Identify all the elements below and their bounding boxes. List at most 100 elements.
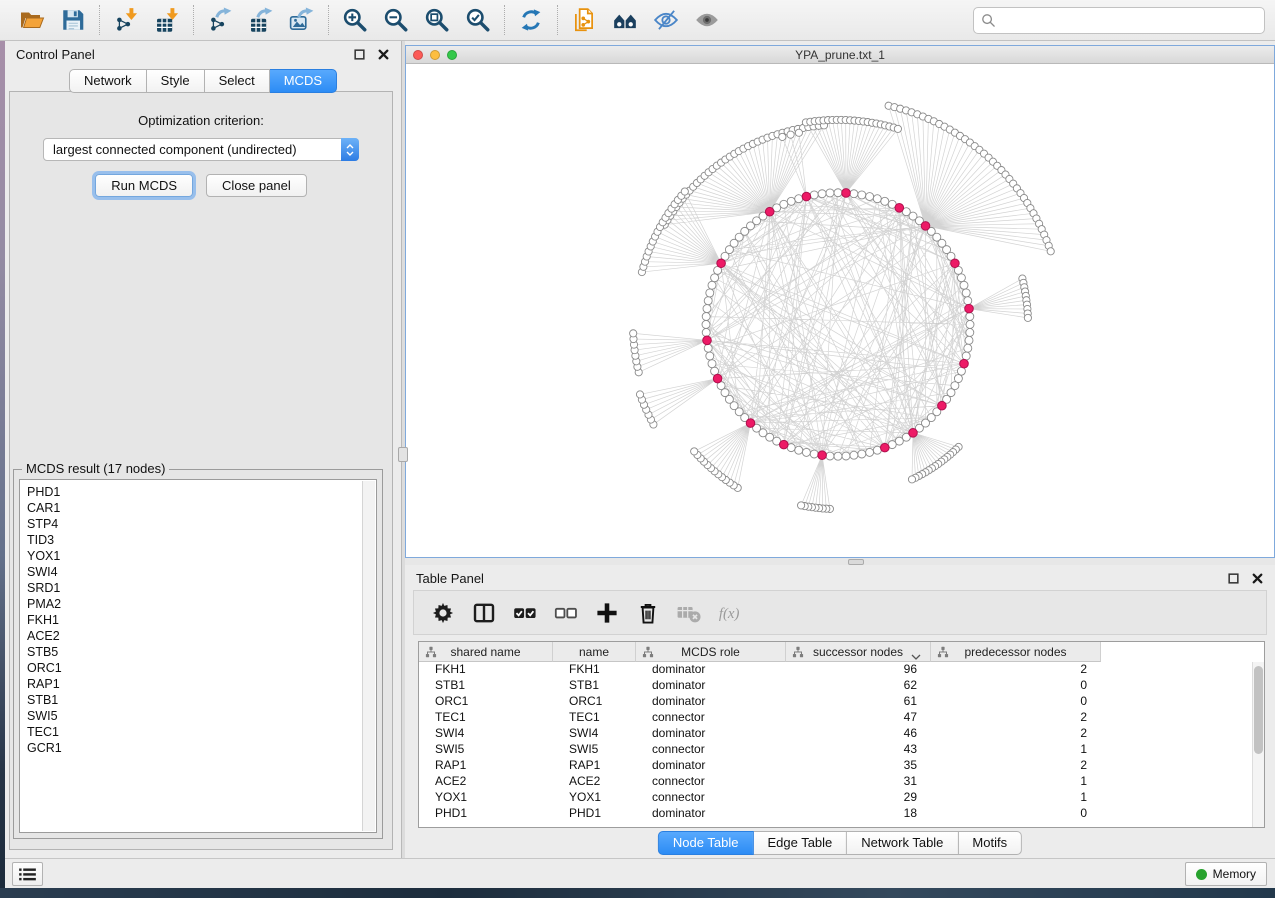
close-panel-icon[interactable]	[377, 48, 390, 61]
table-row[interactable]: SWI5SWI5connector431	[419, 742, 1264, 758]
table-row[interactable]: TEC1TEC1connector472	[419, 710, 1264, 726]
mcds-result-list[interactable]: PHD1CAR1STP4TID3YOX1SWI4SRD1PMA2FKH1ACE2…	[19, 479, 377, 833]
optimization-criterion-select[interactable]: largest connected component (undirected)	[43, 138, 359, 161]
table-cell[interactable]: 31	[786, 774, 931, 790]
first-neighbors-icon[interactable]	[612, 7, 638, 33]
mcds-result-item[interactable]: SRD1	[27, 580, 376, 596]
tab-edge-table[interactable]: Edge Table	[753, 831, 847, 855]
table-row[interactable]: RAP1RAP1dominator352	[419, 758, 1264, 774]
table-cell[interactable]: PHD1	[419, 806, 553, 822]
table-cell[interactable]: dominator	[636, 806, 786, 822]
task-history-button[interactable]	[12, 862, 43, 886]
table-cell[interactable]: 35	[786, 758, 931, 774]
table-cell[interactable]: ACE2	[553, 774, 636, 790]
table-cell[interactable]: 2	[931, 662, 1101, 678]
close-panel-button[interactable]: Close panel	[206, 174, 307, 197]
tab-style[interactable]: Style	[147, 69, 205, 93]
table-cell[interactable]: dominator	[636, 726, 786, 742]
memory-button[interactable]: Memory	[1185, 862, 1267, 886]
open-file-icon[interactable]	[19, 7, 45, 33]
table-row[interactable]: YOX1YOX1connector291	[419, 790, 1264, 806]
table-cell[interactable]: ACE2	[419, 774, 553, 790]
table-cell[interactable]: 62	[786, 678, 931, 694]
hide-selected-icon[interactable]	[653, 7, 679, 33]
mcds-result-item[interactable]: FKH1	[27, 612, 376, 628]
close-table-panel-icon[interactable]	[1251, 572, 1264, 585]
table-row[interactable]: ORC1ORC1dominator610	[419, 694, 1264, 710]
search-box[interactable]	[973, 7, 1265, 34]
delete-column-icon[interactable]	[636, 601, 660, 625]
table-cell[interactable]: 0	[931, 694, 1101, 710]
save-session-icon[interactable]	[60, 7, 86, 33]
table-cell[interactable]: TEC1	[553, 710, 636, 726]
search-input[interactable]	[1002, 13, 1257, 28]
table-cell[interactable]: connector	[636, 790, 786, 806]
table-row[interactable]: FKH1FKH1dominator962	[419, 662, 1264, 678]
table-cell[interactable]: STB1	[419, 678, 553, 694]
network-canvas[interactable]	[406, 64, 1274, 557]
table-cell[interactable]: RAP1	[553, 758, 636, 774]
export-image-icon[interactable]	[289, 7, 315, 33]
zoom-out-icon[interactable]	[383, 7, 409, 33]
table-row[interactable]: STB1STB1dominator620	[419, 678, 1264, 694]
float-panel-icon[interactable]	[353, 48, 366, 61]
table-cell[interactable]: RAP1	[419, 758, 553, 774]
table-cell[interactable]: 2	[931, 726, 1101, 742]
table-cell[interactable]: 1	[931, 774, 1101, 790]
table-cell[interactable]: connector	[636, 710, 786, 726]
import-network-icon[interactable]	[113, 7, 139, 33]
table-scrollbar-thumb[interactable]	[1254, 666, 1263, 754]
tab-network[interactable]: Network	[69, 69, 147, 93]
mcds-result-item[interactable]: YOX1	[27, 548, 376, 564]
add-column-icon[interactable]	[595, 601, 619, 625]
mcds-list-scrollbar[interactable]	[362, 481, 375, 831]
tab-motifs[interactable]: Motifs	[958, 831, 1022, 855]
tab-mcds[interactable]: MCDS	[270, 69, 337, 93]
table-cell[interactable]: connector	[636, 774, 786, 790]
table-settings-icon[interactable]	[431, 601, 455, 625]
column-header-predecessor-nodes[interactable]: predecessor nodes	[931, 642, 1101, 662]
table-cell[interactable]: 1	[931, 742, 1101, 758]
table-cell[interactable]: 29	[786, 790, 931, 806]
tab-node-table[interactable]: Node Table	[658, 831, 754, 855]
table-cell[interactable]: 61	[786, 694, 931, 710]
network-frame-titlebar[interactable]: YPA_prune.txt_1	[406, 46, 1274, 64]
refresh-icon[interactable]	[518, 7, 544, 33]
table-cell[interactable]: 96	[786, 662, 931, 678]
mcds-result-item[interactable]: TEC1	[27, 724, 376, 740]
show-all-icon[interactable]	[694, 7, 720, 33]
mcds-result-item[interactable]: RAP1	[27, 676, 376, 692]
column-header-name[interactable]: name	[553, 642, 636, 662]
mcds-result-item[interactable]: PHD1	[27, 484, 376, 500]
table-cell[interactable]: 46	[786, 726, 931, 742]
mcds-result-item[interactable]: STB1	[27, 692, 376, 708]
table-cell[interactable]: 47	[786, 710, 931, 726]
horizontal-splitter[interactable]	[405, 558, 1275, 565]
mcds-result-item[interactable]: SWI5	[27, 708, 376, 724]
table-cell[interactable]: ORC1	[553, 694, 636, 710]
mcds-result-item[interactable]: STP4	[27, 516, 376, 532]
table-cell[interactable]: ORC1	[419, 694, 553, 710]
table-cell[interactable]: 0	[931, 678, 1101, 694]
mcds-result-item[interactable]: STB5	[27, 644, 376, 660]
export-table-icon[interactable]	[248, 7, 274, 33]
table-cell[interactable]: SWI5	[419, 742, 553, 758]
mcds-result-item[interactable]: SWI4	[27, 564, 376, 580]
table-cell[interactable]: YOX1	[553, 790, 636, 806]
minimize-window-icon[interactable]	[430, 50, 440, 60]
table-cell[interactable]: STB1	[553, 678, 636, 694]
network-document-icon[interactable]	[571, 7, 597, 33]
table-cell[interactable]: dominator	[636, 678, 786, 694]
table-cell[interactable]: SWI5	[553, 742, 636, 758]
table-cell[interactable]: dominator	[636, 758, 786, 774]
vertical-splitter-handle[interactable]	[398, 447, 408, 462]
table-cell[interactable]: 0	[931, 806, 1101, 822]
table-row[interactable]: ACE2ACE2connector311	[419, 774, 1264, 790]
column-header-shared-name[interactable]: shared name	[419, 642, 553, 662]
table-cell[interactable]: dominator	[636, 694, 786, 710]
run-mcds-button[interactable]: Run MCDS	[95, 174, 193, 197]
deselect-all-icon[interactable]	[554, 601, 578, 625]
zoom-selected-icon[interactable]	[465, 7, 491, 33]
table-cell[interactable]: connector	[636, 742, 786, 758]
table-cell[interactable]: FKH1	[419, 662, 553, 678]
